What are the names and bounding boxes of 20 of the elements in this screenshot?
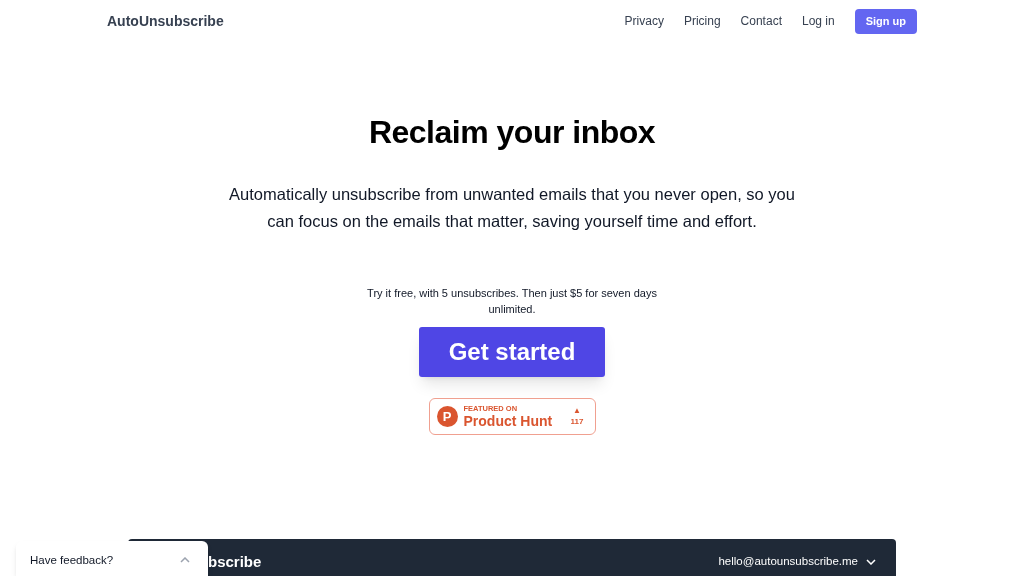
feedback-widget[interactable]: Have feedback?: [16, 541, 208, 576]
get-started-button[interactable]: Get started: [419, 327, 605, 377]
offer-text: Try it free, with 5 unsubscribes. Then just $5 for seven days unlimited.: [366, 286, 658, 317]
nav-link[interactable]: Privacy: [624, 12, 664, 30]
site-logo[interactable]: AutoUnsubscribe: [107, 10, 224, 32]
vote-count: 117: [570, 418, 584, 426]
nav-link[interactable]: Log in: [801, 12, 835, 30]
product-hunt-name: Product Hunt: [463, 413, 553, 428]
sign-up-button[interactable]: Sign up: [854, 8, 917, 34]
account-email[interactable]: hello@autounsubscribe.me: [718, 553, 858, 571]
product-hunt-icon: P: [436, 406, 458, 427]
hero-description: Automatically unsubscribe from unwanted emails that you never open, so you can focus on the emails that matter, saving yourself time and effort.: [228, 184, 796, 232]
feedback-label: Have feedback?: [30, 553, 114, 568]
app-title: bscribe: [208, 552, 262, 572]
chevron-up-icon: [180, 557, 190, 563]
nav-link[interactable]: Contact: [740, 12, 782, 30]
chevron-down-icon[interactable]: [866, 558, 876, 565]
hero-heading: Reclaim your inbox: [368, 113, 656, 152]
nav-link[interactable]: Pricing: [683, 12, 721, 30]
upvote-icon: ▲: [573, 407, 581, 415]
